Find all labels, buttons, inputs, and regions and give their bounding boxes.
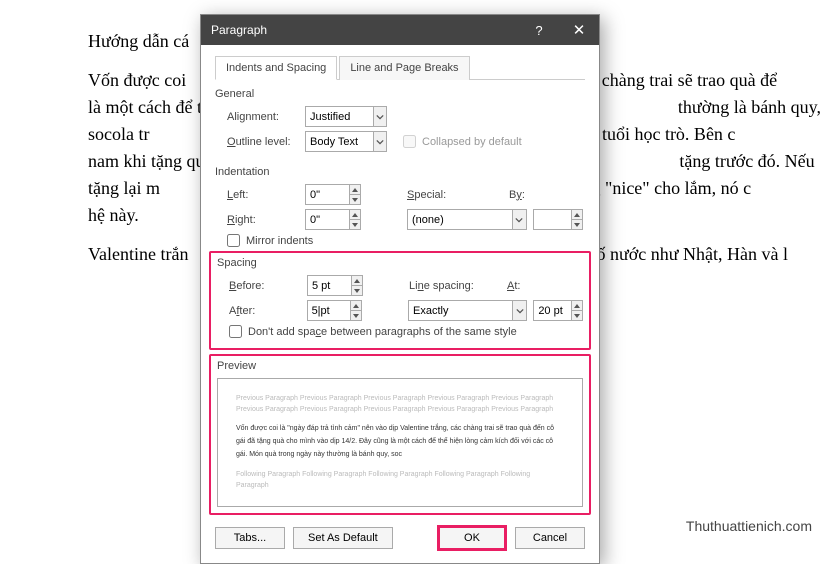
spin-down-icon[interactable] (572, 220, 582, 229)
spin-down-icon[interactable] (351, 311, 361, 320)
at-spin[interactable] (533, 300, 583, 321)
line-spacing-label: Line spacing: (409, 280, 487, 292)
outline-value[interactable] (306, 132, 373, 151)
right-value[interactable] (306, 210, 349, 229)
nospace-check[interactable] (229, 325, 242, 338)
after-spin[interactable] (307, 300, 363, 321)
after-label: After: (229, 305, 301, 317)
tab-strip: Indents and Spacing Line and Page Breaks (215, 55, 585, 80)
outline-combo[interactable] (305, 131, 387, 152)
help-button[interactable]: ? (519, 15, 559, 45)
before-spin[interactable] (307, 275, 363, 296)
before-label: Before: (229, 280, 301, 292)
preview-sample: Vốn được coi là "ngày đáp trả tình cảm" … (236, 423, 564, 461)
close-button[interactable]: ✕ (559, 15, 599, 45)
dialog-title: Paragraph (211, 23, 519, 37)
chevron-down-icon[interactable] (512, 210, 526, 229)
indentation-title: Indentation (215, 166, 585, 178)
at-value[interactable] (534, 301, 571, 320)
preview-box: Previous Paragraph Previous Paragraph Pr… (217, 378, 583, 507)
chevron-down-icon[interactable] (373, 107, 386, 126)
cancel-button[interactable]: Cancel (515, 527, 585, 549)
tab-line-breaks[interactable]: Line and Page Breaks (339, 56, 469, 80)
spacing-title: Spacing (217, 257, 583, 269)
preview-highlight: Preview Previous Paragraph Previous Para… (209, 354, 591, 515)
spin-down-icon[interactable] (350, 195, 360, 204)
mirror-checkbox[interactable]: Mirror indents (227, 234, 313, 247)
left-label: Left: (227, 189, 299, 201)
left-spin[interactable] (305, 184, 361, 205)
spin-up-icon[interactable] (572, 210, 582, 220)
collapsed-check (403, 135, 416, 148)
spin-up-icon[interactable] (350, 210, 360, 220)
preview-foll: Following Paragraph Following Paragraph … (236, 469, 564, 491)
special-label: Special: (407, 189, 485, 201)
tabs-button[interactable]: Tabs... (215, 527, 285, 549)
watermark: Thuthuattienich.com (686, 518, 812, 534)
spin-up-icon[interactable] (572, 301, 582, 311)
preview-prev: Previous Paragraph Previous Paragraph Pr… (236, 393, 564, 415)
alignment-combo[interactable] (305, 106, 387, 127)
spin-up-icon[interactable] (350, 185, 360, 195)
mirror-check[interactable] (227, 234, 240, 247)
by-value[interactable] (534, 210, 571, 229)
general-title: General (215, 88, 585, 100)
titlebar: Paragraph ? ✕ (201, 15, 599, 45)
right-label: Right: (227, 214, 299, 226)
chevron-down-icon[interactable] (373, 132, 386, 151)
special-combo[interactable] (407, 209, 527, 230)
right-spin[interactable] (305, 209, 361, 230)
after-value[interactable] (308, 301, 351, 320)
before-value[interactable] (308, 276, 351, 295)
line-spacing-combo[interactable] (408, 300, 527, 321)
paragraph-dialog: Paragraph ? ✕ Indents and Spacing Line a… (200, 14, 600, 564)
special-value[interactable] (408, 210, 512, 229)
nospace-checkbox[interactable]: Don't add space between paragraphs of th… (229, 325, 517, 338)
set-default-button[interactable]: Set As Default (293, 527, 393, 549)
spin-up-icon[interactable] (351, 301, 361, 311)
line-spacing-value[interactable] (409, 301, 512, 320)
chevron-down-icon[interactable] (512, 301, 526, 320)
by-label: By: (509, 189, 535, 201)
collapsed-checkbox: Collapsed by default (403, 135, 522, 148)
alignment-value[interactable] (306, 107, 373, 126)
alignment-label: Alignment: (227, 111, 299, 123)
spin-down-icon[interactable] (352, 286, 362, 295)
spin-up-icon[interactable] (352, 276, 362, 286)
outline-label: Outline level: (227, 136, 299, 148)
spin-down-icon[interactable] (572, 311, 582, 320)
spacing-highlight: Spacing Before: Line spacing: At: After: (209, 251, 591, 350)
at-label: At: (507, 280, 533, 292)
ok-button[interactable]: OK (437, 525, 507, 551)
by-spin[interactable] (533, 209, 583, 230)
left-value[interactable] (306, 185, 349, 204)
preview-title: Preview (217, 360, 583, 372)
tab-indents-spacing[interactable]: Indents and Spacing (215, 56, 337, 80)
spin-down-icon[interactable] (350, 220, 360, 229)
